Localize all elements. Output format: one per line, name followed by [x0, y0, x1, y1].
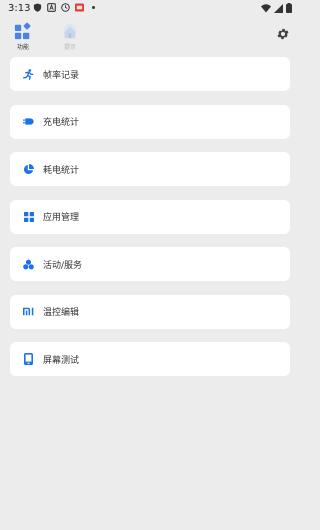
menu-item-label: 温控编辑 — [43, 308, 80, 318]
menu-item-label: 帧率记录 — [43, 70, 80, 81]
top-bar: 功能 提示 — [0, 18, 300, 52]
menu-item-thermal-edit[interactable]: 温控编辑 — [10, 294, 290, 329]
pie-chart-icon — [23, 163, 34, 175]
system-icons — [261, 3, 292, 13]
menu-item-label: 充电统计 — [43, 118, 80, 128]
menu-item-label: 屏幕测试 — [43, 355, 80, 366]
menu-item-screen-test[interactable]: 屏幕测试 — [10, 342, 290, 376]
tab-features-label: 功能 — [16, 44, 29, 51]
app-badge-icon — [75, 3, 84, 12]
runner-icon — [23, 68, 34, 80]
menu-item-activity-service[interactable]: 活动/服务 — [10, 247, 290, 281]
menu-item-label: 活动/服务 — [43, 260, 83, 271]
menu-item-label: 耗电统计 — [43, 165, 80, 176]
shield-icon — [33, 3, 42, 12]
clock-icon — [61, 3, 70, 12]
tab-tips[interactable]: 提示 — [58, 22, 82, 51]
activity-circles-icon — [23, 259, 34, 270]
menu-item-charging-stats[interactable]: 充电统计 — [10, 104, 290, 139]
status-bar: 3:13 — [0, 0, 300, 18]
tab-features[interactable]: 功能 — [11, 22, 35, 51]
wifi-icon — [261, 3, 271, 12]
a-box-icon — [47, 3, 56, 12]
charging-plug-icon — [23, 116, 34, 127]
tips-house-icon — [63, 23, 77, 39]
app-grid-icon — [23, 211, 34, 222]
signal-icon — [274, 3, 283, 13]
dot-icon — [92, 6, 95, 9]
menu-item-app-management[interactable]: 应用管理 — [10, 199, 290, 234]
menu-item-frame-rate[interactable]: 帧率记录 — [10, 57, 290, 91]
feature-menu: 帧率记录 充电统计 耗电统计 应用管理 活动/服务 温控编辑 屏幕测试 — [10, 57, 290, 390]
notification-icons — [33, 3, 98, 12]
phone-screen-icon — [23, 353, 34, 365]
menu-item-power-stats[interactable]: 耗电统计 — [10, 152, 290, 186]
tab-tips-label: 提示 — [63, 44, 76, 51]
status-time: 3:13 — [8, 3, 31, 14]
features-grid-icon — [14, 22, 31, 40]
mi-logo-icon — [23, 306, 34, 317]
gear-icon[interactable] — [276, 27, 290, 41]
battery-icon — [286, 3, 292, 13]
menu-item-label: 应用管理 — [43, 213, 80, 223]
